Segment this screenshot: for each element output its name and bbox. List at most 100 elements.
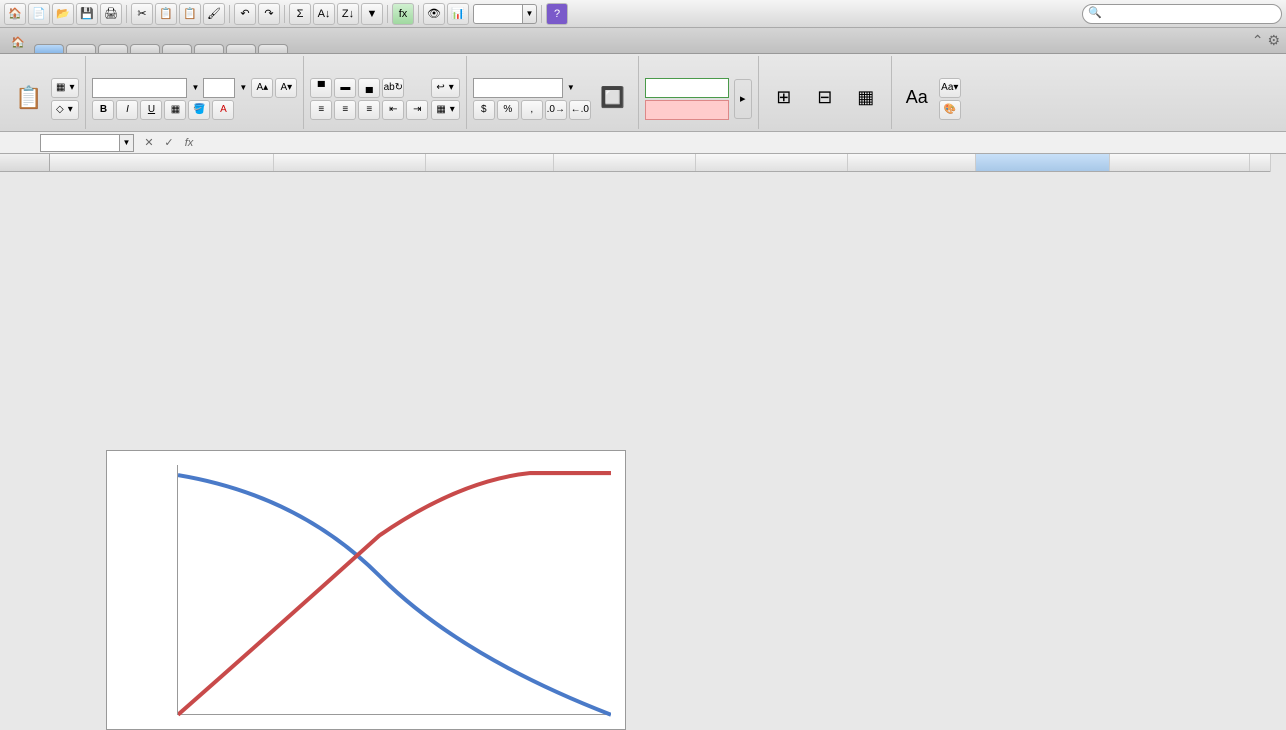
tab-tables[interactable] [98,44,128,53]
formula-input[interactable] [204,134,1286,152]
col-header[interactable] [848,154,976,171]
cancel-formula-button[interactable]: ✕ [140,135,158,151]
italic-button[interactable]: I [116,100,138,120]
filter-button[interactable]: ▼ [361,3,383,25]
numfmt-dropdown-icon[interactable]: ▼ [565,83,577,92]
fill-color-button[interactable]: 🪣 [188,100,210,120]
redo-button[interactable]: ↷ [258,3,280,25]
name-box-dropdown[interactable]: ▼ [120,134,134,152]
merge-icon: ▦ [436,104,445,115]
orientation-button[interactable]: ab↻ [382,78,404,98]
theme-fonts-button[interactable]: Aa▾ [939,78,961,98]
fx-insert-button[interactable]: fx [180,135,198,151]
zoom-dropdown[interactable]: ▼ [523,4,537,24]
paste-button[interactable]: 📋 [179,3,201,25]
tab-layout[interactable] [66,44,96,53]
spreadsheet-grid [0,154,1286,172]
tab-charts[interactable] [130,44,160,53]
grow-font-button[interactable]: A▴ [251,78,273,98]
show-button[interactable]: 👁 [423,3,445,25]
save-button[interactable]: 💾 [76,3,98,25]
style-bad[interactable] [645,100,729,120]
underline-button[interactable]: U [140,100,162,120]
shrink-font-button[interactable]: A▾ [275,78,297,98]
paste-button[interactable]: 📋 [10,70,48,128]
select-all-corner[interactable] [0,154,50,171]
new-button[interactable]: 📄 [28,3,50,25]
delete-cells-button[interactable]: ⊟ [806,70,844,128]
autosum-button[interactable]: Σ [289,3,311,25]
indent-more-button[interactable]: ⇥ [406,100,428,120]
format-cells-button[interactable]: ▦ [847,70,885,128]
chart[interactable] [106,450,626,730]
fill-icon: ▦ [56,82,65,93]
col-header[interactable] [426,154,554,171]
tab-smartart[interactable] [162,44,192,53]
open-button[interactable]: 📂 [52,3,74,25]
chart-button[interactable]: 📊 [447,3,469,25]
align-center-button[interactable]: ≡ [334,100,356,120]
sort-desc-button[interactable]: Z↓ [337,3,359,25]
conditional-formatting-button[interactable]: 🔲 [594,70,632,128]
fx-button[interactable]: fx [392,3,414,25]
size-dropdown-icon[interactable]: ▼ [237,83,249,92]
ribbon-collapse-icon[interactable]: ⌃ [1252,32,1264,49]
font-dropdown-icon[interactable]: ▼ [189,83,201,92]
align-middle-button[interactable]: ▬ [334,78,356,98]
bold-button[interactable]: B [92,100,114,120]
cut-button[interactable]: ✂ [131,3,153,25]
help-button[interactable]: ? [546,3,568,25]
copy-button[interactable]: 📋 [155,3,177,25]
ribbon-tabs: 🏠 ⌃ ⚙ [0,28,1286,54]
align-right-button[interactable]: ≡ [358,100,380,120]
percent-button[interactable]: % [497,100,519,120]
font-name-select[interactable] [92,78,187,98]
sort-asc-button[interactable]: A↓ [313,3,335,25]
print-button[interactable]: 🖨 [100,3,122,25]
undo-button[interactable]: ↶ [234,3,256,25]
ribbon-settings-icon[interactable]: ⚙ [1267,32,1280,49]
home-button[interactable]: 🏠 [4,3,26,25]
merge-button[interactable]: ▦▾ [431,100,459,120]
ribbon-home-icon[interactable]: 🏠 [6,31,30,53]
col-header[interactable] [976,154,1110,171]
chart-lines [178,465,611,717]
col-header[interactable] [696,154,848,171]
tab-review[interactable] [258,44,288,53]
vertical-scrollbar[interactable] [1270,154,1286,172]
format-painter-button[interactable]: 🖌 [203,3,225,25]
tab-formulas[interactable] [194,44,224,53]
theme-colors-button[interactable]: 🎨 [939,100,961,120]
name-box[interactable] [40,134,120,152]
styles-more-button[interactable]: ▸ [734,79,752,119]
search-input[interactable] [1082,4,1282,24]
increase-decimal-button[interactable]: .0→ [545,100,567,120]
col-header[interactable] [274,154,426,171]
fill-button[interactable]: ▦▾ [51,78,79,98]
paste-icon: 📋 [15,85,42,111]
tab-home[interactable] [34,44,64,53]
insert-cells-button[interactable]: ⊞ [765,70,803,128]
border-button[interactable]: ▦ [164,100,186,120]
col-header[interactable] [554,154,696,171]
wrap-text-button[interactable]: ↩▾ [431,78,459,98]
decrease-decimal-button[interactable]: ←.0 [569,100,591,120]
style-normal[interactable] [645,78,729,98]
font-size-select[interactable] [203,78,235,98]
clear-button[interactable]: ◇▾ [51,100,79,120]
zoom-input[interactable] [473,4,523,24]
col-header[interactable] [1110,154,1250,171]
currency-button[interactable]: $ [473,100,495,120]
indent-less-button[interactable]: ⇤ [382,100,404,120]
delete-icon: ⊟ [817,87,832,108]
enter-formula-button[interactable]: ✓ [160,135,178,151]
font-color-button[interactable]: A [212,100,234,120]
tab-data[interactable] [226,44,256,53]
themes-button[interactable]: Aa [898,70,936,128]
comma-button[interactable]: , [521,100,543,120]
align-bottom-button[interactable]: ▄ [358,78,380,98]
align-top-button[interactable]: ▀ [310,78,332,98]
col-header[interactable] [50,154,274,171]
align-left-button[interactable]: ≡ [310,100,332,120]
number-format-select[interactable] [473,78,563,98]
